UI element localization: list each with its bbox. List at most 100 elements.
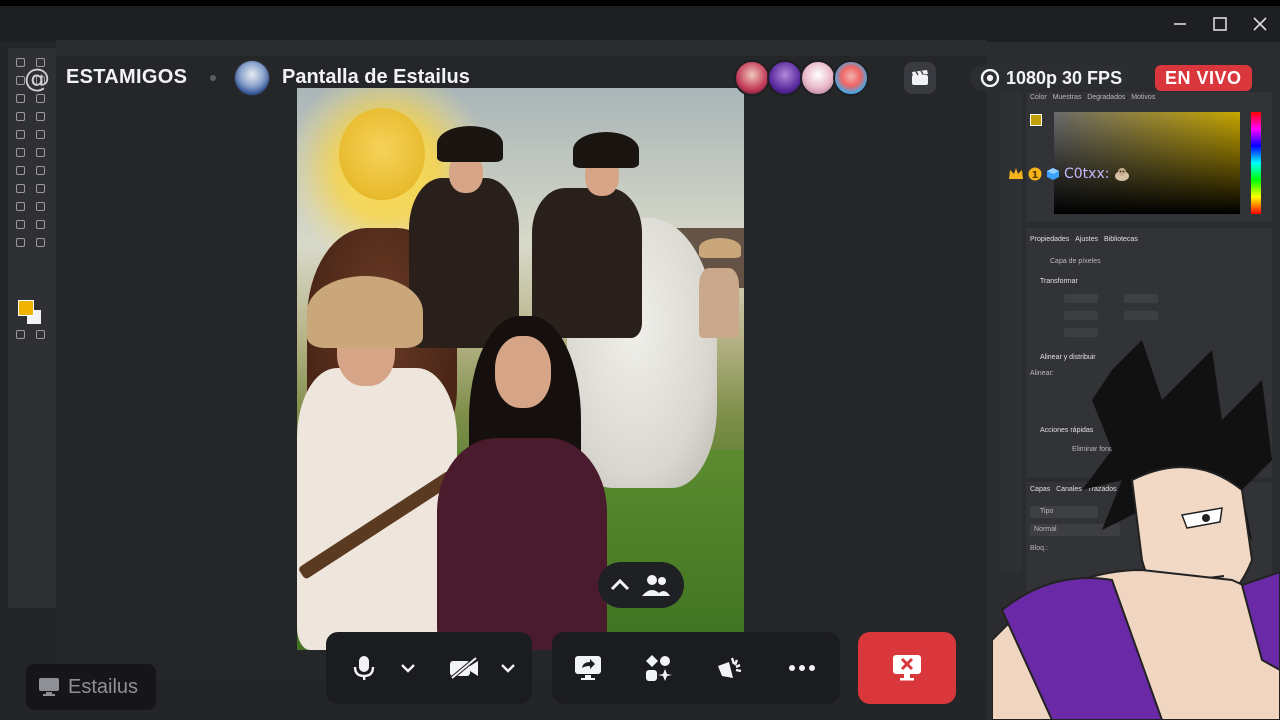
activity-button[interactable] (904, 62, 936, 94)
microphone-icon (353, 656, 375, 680)
minimize-button[interactable] (1160, 6, 1200, 42)
gradient-tool-icon (16, 166, 25, 175)
height-field (1124, 294, 1158, 303)
leave-call-button[interactable] (858, 632, 956, 704)
streamer-avatar[interactable] (234, 60, 270, 96)
activity-controls (552, 632, 840, 704)
chat-overlay-line: 1 C0txx: (1008, 166, 1131, 182)
close-icon (1253, 17, 1267, 31)
front-man-hat (307, 276, 423, 348)
far-man (699, 268, 739, 338)
svg-text:1: 1 (1032, 170, 1039, 181)
ps-document-tabs (56, 40, 986, 56)
rider-left-hat (437, 126, 503, 162)
history-brush-icon (16, 148, 25, 157)
angle-field (1064, 328, 1098, 337)
live-label: EN VIVO (1165, 67, 1242, 88)
anime-character-overlay (992, 340, 1280, 720)
camera-options-button[interactable] (490, 646, 526, 690)
woman-dress (437, 438, 607, 650)
stamp-tool-icon (36, 130, 45, 139)
clapperboard-icon (912, 70, 928, 85)
people-icon[interactable] (640, 572, 672, 598)
ps-toolbar (8, 48, 56, 608)
screen-mode-icon (36, 330, 45, 339)
at-icon: @ (24, 64, 50, 94)
popout-controls (598, 562, 684, 608)
chevron-up-icon[interactable] (610, 577, 630, 591)
layer-kind-label: Capa de píxeles (1050, 258, 1101, 265)
viewer-avatar-3[interactable] (800, 60, 836, 96)
path-select-icon (36, 202, 45, 211)
dodge-tool-icon (16, 184, 25, 193)
color-picker-field (1054, 112, 1240, 214)
hue-slider (1251, 112, 1261, 214)
mic-button[interactable] (342, 646, 386, 690)
properties-tabs: Propiedades Ajustes Bibliotecas (1030, 236, 1138, 243)
dog-emote (1115, 168, 1130, 181)
stream-quality: 1080p 30 FPS (1006, 67, 1123, 88)
foreground-color-swatch (18, 300, 34, 316)
share-screen-button[interactable] (566, 646, 610, 690)
streamer-name: Estailus (68, 675, 139, 698)
stream-quality-pill: 1080p 30 FPS (970, 65, 1133, 91)
more-tools-icon (36, 238, 45, 247)
activities-button[interactable] (636, 646, 680, 690)
leave-call-icon (893, 655, 921, 681)
mic-options-button[interactable] (386, 646, 430, 690)
shape-tool-icon (16, 220, 25, 229)
app-root: Color Muestras Degradados Motivos Propie… (0, 0, 1280, 720)
chevron-down-icon (401, 664, 415, 673)
edited-photo (297, 88, 744, 650)
stream-title: Pantalla de Estailus (282, 66, 470, 88)
more-icon (789, 665, 815, 671)
quick-mask-icon (16, 330, 25, 339)
rider-right (532, 188, 642, 338)
viewer-avatar-2[interactable] (767, 60, 803, 96)
soundboard-icon (718, 657, 742, 678)
maximize-button[interactable] (1200, 6, 1240, 42)
healing-tool-icon (36, 112, 45, 121)
more-button[interactable] (780, 646, 824, 690)
crop-tool-icon (16, 94, 25, 103)
zoom-tool-icon (16, 238, 25, 247)
width-field (1064, 294, 1098, 303)
close-button[interactable] (1240, 6, 1280, 42)
window-titlebar (0, 6, 1280, 42)
av-controls (326, 632, 532, 704)
woman-face (495, 336, 551, 408)
screen-share-icon (575, 656, 601, 680)
rank-1-badge: 1 (1028, 167, 1042, 181)
screen-icon (39, 678, 59, 696)
brush-tool-icon (16, 130, 25, 139)
live-badge: EN VIVO (1155, 65, 1252, 91)
eyedropper-tool-icon (16, 112, 25, 121)
viewer-avatar-1[interactable] (734, 60, 770, 96)
blur-tool-icon (36, 166, 45, 175)
activities-icon (646, 655, 672, 681)
color-panel-tabs: Color Muestras Degradados Motivos (1030, 94, 1156, 101)
camera-off-icon (450, 656, 478, 680)
cube-icon (1047, 168, 1059, 180)
transform-label: Transformar (1040, 278, 1078, 285)
maximize-icon (1213, 17, 1227, 31)
chat-username: C0txx: (1064, 166, 1110, 182)
viewer-avatar-4[interactable] (833, 60, 869, 96)
minimize-icon (1174, 23, 1186, 25)
pen-tool-icon (36, 184, 45, 193)
x-field (1064, 311, 1098, 320)
chevron-down-icon (501, 664, 515, 673)
type-tool-icon (16, 202, 25, 211)
streamer-name-tag: Estailus (26, 664, 156, 710)
frame-tool-icon (36, 94, 45, 103)
separator-dot (210, 75, 216, 81)
eraser-tool-icon (36, 148, 45, 157)
camera-button[interactable] (442, 646, 486, 690)
soundboard-button[interactable] (708, 646, 752, 690)
hand-tool-icon (36, 220, 45, 229)
front-man-shirt (297, 368, 457, 650)
ps-fg-swatch-small (1030, 114, 1042, 126)
server-name: ESTAMIGOS (66, 66, 188, 88)
y-field (1124, 311, 1158, 320)
rider-right-hat (573, 132, 639, 168)
